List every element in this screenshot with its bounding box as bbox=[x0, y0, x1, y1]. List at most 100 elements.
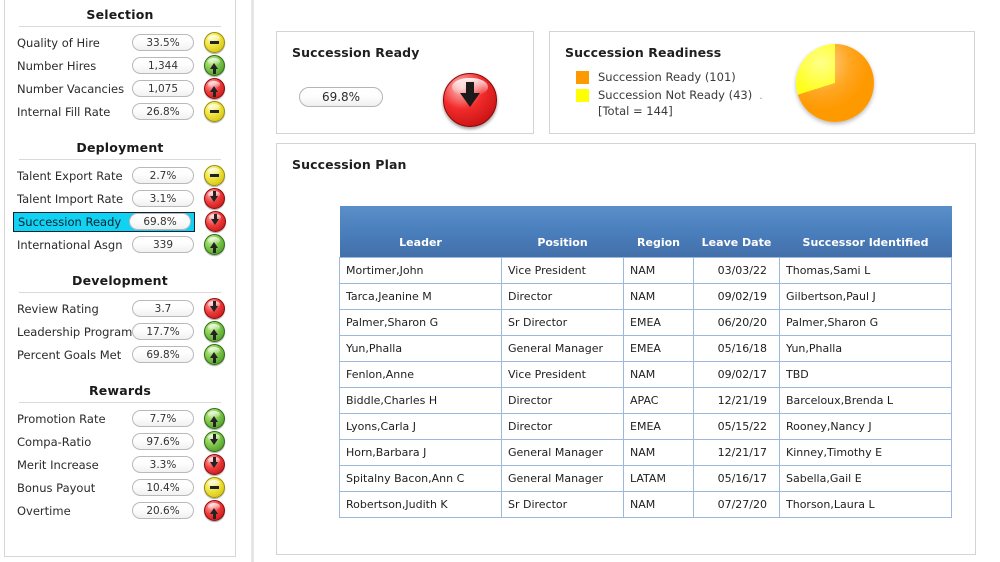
cell-position: Director bbox=[501, 387, 624, 414]
metric-row-merit-increase[interactable]: Merit Increase 3.3% bbox=[5, 453, 235, 476]
section-divider bbox=[19, 26, 221, 27]
metric-label: Merit Increase bbox=[17, 457, 99, 472]
metric-row-percent-goals-met[interactable]: Percent Goals Met 69.8% bbox=[5, 343, 235, 366]
cell-leader: Fenlon,Anne bbox=[339, 361, 502, 388]
cell-leader: Tarca,Jeanine M bbox=[339, 283, 502, 310]
metric-value: 2.7% bbox=[132, 167, 194, 184]
metric-value: 1,344 bbox=[132, 57, 194, 74]
cell-successor: Rooney,Nancy J bbox=[779, 413, 952, 440]
down-red-icon bbox=[204, 211, 226, 232]
metric-row-number-hires[interactable]: Number Hires 1,344 bbox=[5, 54, 235, 77]
flat-yellow-icon bbox=[203, 32, 225, 53]
succession-ready-panel: Succession Ready 69.8% bbox=[276, 31, 534, 134]
table-row[interactable]: Palmer,Sharon G Sr Director EMEA 06/20/20 Pa… bbox=[339, 309, 952, 336]
metric-row-international-asgn[interactable]: International Asgn 339 bbox=[5, 233, 235, 256]
cell-position: General Manager bbox=[501, 439, 624, 466]
metric-row-leadership-program[interactable]: Leadership Program 17.7% bbox=[5, 320, 235, 343]
table-row[interactable]: Spitalny Bacon,Ann C General Manager LATAM… bbox=[339, 465, 952, 492]
section-divider bbox=[19, 159, 221, 160]
metric-value: 10.4% bbox=[132, 479, 194, 496]
cell-leader: Robertson,Judith K bbox=[339, 491, 502, 518]
up-green-icon bbox=[203, 234, 225, 255]
cell-leader: Lyons,Carla J bbox=[339, 413, 502, 440]
cell-position: General Manager bbox=[501, 335, 624, 362]
indicator-glyph bbox=[205, 432, 224, 451]
sidebar-divider[interactable] bbox=[240, 0, 254, 562]
cell-successor: Thorson,Laura L bbox=[779, 491, 952, 518]
section-title-rewards: Rewards bbox=[88, 383, 152, 398]
metric-row-overtime[interactable]: Overtime 20.6% bbox=[5, 499, 235, 522]
legend-item: Succession Not Ready (43). bbox=[576, 86, 763, 104]
table-row[interactable]: Fenlon,Anne Vice President NAM 09/02/17 TBD bbox=[339, 361, 952, 388]
cell-position: Vice President bbox=[501, 257, 624, 284]
metric-indicator bbox=[203, 500, 225, 521]
flat-yellow-icon bbox=[203, 477, 225, 498]
column-header-position[interactable]: Position bbox=[501, 206, 624, 258]
column-header-leave-date[interactable]: Leave Date bbox=[693, 206, 780, 258]
metric-indicator bbox=[203, 32, 225, 53]
metric-row-succession-ready[interactable]: Succession Ready 69.8% bbox=[5, 210, 235, 233]
selected-metric-highlight: Succession Ready 69.8% bbox=[13, 211, 195, 232]
section-divider bbox=[19, 402, 221, 403]
metric-indicator bbox=[203, 101, 225, 122]
metric-indicator bbox=[203, 454, 225, 475]
metric-indicator bbox=[203, 431, 225, 452]
main-content: Succession Ready 69.8% Succession Readin… bbox=[256, 0, 1000, 562]
table-body: Mortimer,John Vice President NAM 03/03/22 Th… bbox=[339, 257, 952, 518]
legend-item: Succession Ready (101) bbox=[576, 68, 763, 86]
metric-row-number-vacancies[interactable]: Number Vacancies 1,075 bbox=[5, 77, 235, 100]
cell-successor: Gilbertson,Paul J bbox=[779, 283, 952, 310]
cell-leave-date: 03/03/22 bbox=[693, 257, 780, 284]
metric-row-promotion-rate[interactable]: Promotion Rate 7.7% bbox=[5, 407, 235, 430]
metric-row-compa-ratio[interactable]: Compa-Ratio 97.6% bbox=[5, 430, 235, 453]
succession-ready-title: Succession Ready bbox=[292, 45, 420, 60]
metric-row-internal-fill-rate[interactable]: Internal Fill Rate 26.8% bbox=[5, 100, 235, 123]
metric-row-bonus-payout[interactable]: Bonus Payout 10.4% bbox=[5, 476, 235, 499]
table-row[interactable]: Lyons,Carla J Director EMEA 05/15/22 Rooney,… bbox=[339, 413, 952, 440]
cell-leader: Biddle,Charles H bbox=[339, 387, 502, 414]
up-red-icon bbox=[203, 500, 225, 521]
cell-successor: Sabella,Gail E bbox=[779, 465, 952, 492]
column-header-leader[interactable]: Leader bbox=[339, 206, 502, 258]
succession-readiness-panel: Succession Readiness Succession Ready (1… bbox=[549, 31, 975, 134]
table-row[interactable]: Tarca,Jeanine M Director NAM 09/02/19 Gilber… bbox=[339, 283, 952, 310]
succession-ready-value: 69.8% bbox=[299, 87, 383, 107]
cell-position: Sr Director bbox=[501, 491, 624, 518]
metric-value: 17.7% bbox=[132, 323, 194, 340]
cell-leave-date: 06/20/20 bbox=[693, 309, 780, 336]
cell-successor: Barceloux,Brenda L bbox=[779, 387, 952, 414]
metric-label: Quality of Hire bbox=[17, 35, 100, 50]
metric-indicator bbox=[203, 55, 225, 76]
down-red-icon bbox=[203, 454, 225, 475]
table-header: Leader Position Region Leave Date Successor … bbox=[339, 206, 952, 258]
cell-region: APAC bbox=[623, 387, 694, 414]
up-green-icon bbox=[203, 408, 225, 429]
table-row[interactable]: Horn,Barbara J General Manager NAM 12/21/17… bbox=[339, 439, 952, 466]
indicator-glyph bbox=[205, 409, 224, 428]
metric-indicator bbox=[203, 321, 225, 342]
metric-indicator bbox=[203, 234, 225, 255]
table-row[interactable]: Mortimer,John Vice President NAM 03/03/22 Th… bbox=[339, 257, 952, 284]
table-row[interactable]: Robertson,Judith K Sr Director NAM 07/27/20… bbox=[339, 491, 952, 518]
metric-value: 20.6% bbox=[132, 502, 194, 519]
table-row[interactable]: Yun,Phalla General Manager EMEA 05/16/18 Yun… bbox=[339, 335, 952, 362]
metric-row-review-rating[interactable]: Review Rating 3.7 bbox=[5, 297, 235, 320]
column-header-region[interactable]: Region bbox=[623, 206, 694, 258]
indicator-glyph bbox=[205, 79, 224, 98]
cell-leader: Horn,Barbara J bbox=[339, 439, 502, 466]
legend-total-label: [Total = 144] bbox=[598, 104, 673, 118]
cell-leave-date: 12/21/17 bbox=[693, 439, 780, 466]
metric-row-talent-import-rate[interactable]: Talent Import Rate 3.1% bbox=[5, 187, 235, 210]
cell-region: EMEA bbox=[623, 335, 694, 362]
cell-leave-date: 05/16/17 bbox=[693, 465, 780, 492]
metric-row-talent-export-rate[interactable]: Talent Export Rate 2.7% bbox=[5, 164, 235, 187]
succession-plan-panel: Succession Plan Leader Position Region Leav… bbox=[276, 143, 976, 555]
metric-row-quality-of-hire[interactable]: Quality of Hire 33.5% bbox=[5, 31, 235, 54]
table-row[interactable]: Biddle,Charles H Director APAC 12/21/19 Barc… bbox=[339, 387, 952, 414]
cell-successor: Thomas,Sami L bbox=[779, 257, 952, 284]
column-header-successor-identified[interactable]: Successor Identified bbox=[779, 206, 952, 258]
metric-value: 3.3% bbox=[132, 456, 194, 473]
